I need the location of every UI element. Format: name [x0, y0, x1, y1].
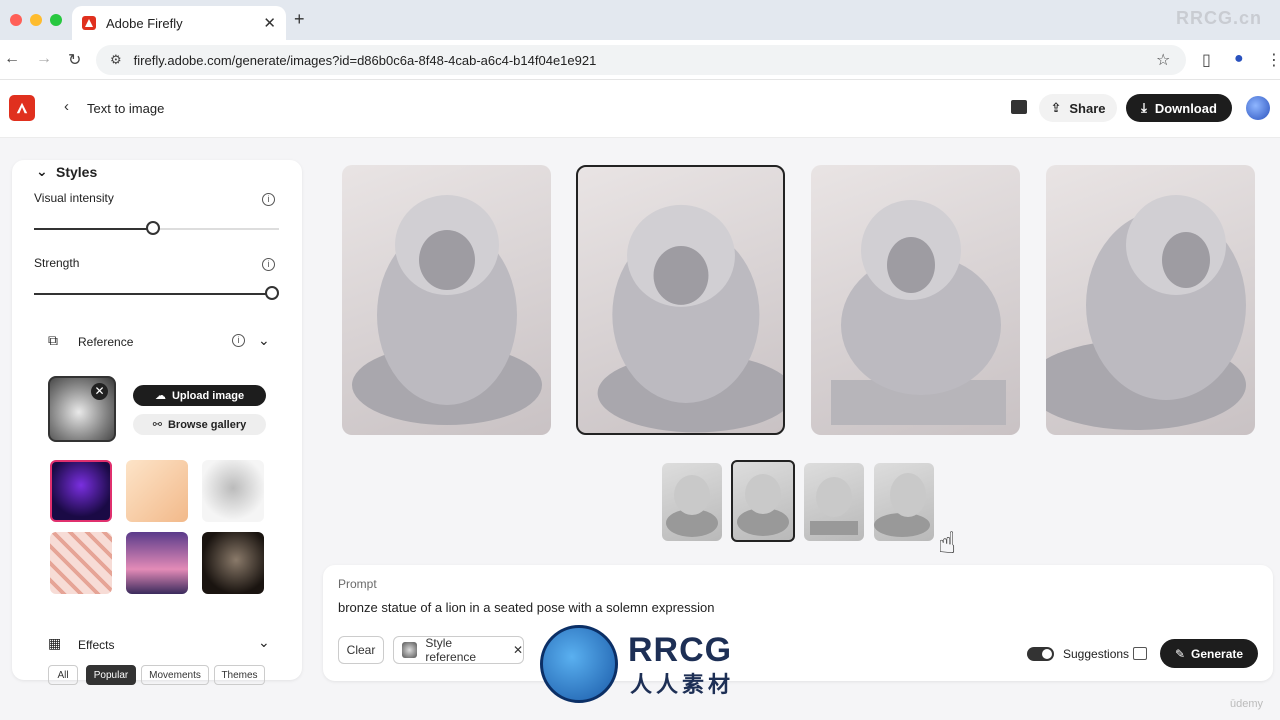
effects-icon: ▦: [48, 635, 62, 651]
suggestions-settings-icon[interactable]: [1133, 647, 1147, 660]
strength-fill: [34, 293, 272, 295]
bookmark-star-icon[interactable]: ☆: [1156, 50, 1170, 70]
feedback-icon[interactable]: [1011, 100, 1027, 114]
minimize-window-button[interactable]: [30, 14, 42, 26]
download-button[interactable]: ⤓ Download: [1126, 94, 1232, 122]
strength-info-icon[interactable]: i: [262, 258, 275, 271]
upload-label: Upload image: [171, 389, 245, 402]
clear-button[interactable]: Clear: [338, 636, 384, 664]
share-button[interactable]: ⇪ Share: [1039, 94, 1117, 122]
site-settings-icon[interactable]: ⚙: [110, 52, 122, 68]
strength-knob[interactable]: [265, 286, 279, 300]
chip-movements[interactable]: Movements: [141, 665, 209, 685]
rrcg-logo: RRCG 人人素材: [540, 625, 750, 705]
chip-popular[interactable]: Popular: [86, 665, 136, 685]
binoculars-icon: ⚯: [152, 419, 162, 431]
style-thumb-clouds[interactable]: [126, 532, 188, 594]
generate-button[interactable]: ✎ Generate: [1160, 639, 1258, 668]
remove-style-reference-icon[interactable]: ✕: [513, 643, 523, 657]
generated-image-4[interactable]: [1046, 165, 1255, 435]
profile-icon[interactable]: ●: [1234, 50, 1244, 68]
thumbnail-2[interactable]: [731, 460, 795, 542]
thumbnail-1[interactable]: [662, 463, 722, 541]
upload-cloud-icon: ☁: [154, 390, 166, 402]
watermark: RRCG.cn: [1175, 8, 1262, 28]
download-icon: ⤓: [1141, 100, 1147, 115]
remove-reference-icon[interactable]: ✕: [91, 383, 108, 400]
reference-label: Reference: [78, 335, 134, 349]
avatar[interactable]: [1246, 96, 1270, 120]
visual-intensity-info-icon[interactable]: i: [262, 193, 275, 206]
visual-intensity-fill: [34, 228, 153, 230]
browser-menu-icon[interactable]: ⋮: [1266, 50, 1280, 70]
chip-all[interactable]: All: [48, 665, 78, 685]
adobe-logo-icon[interactable]: [9, 95, 35, 121]
prompt-input[interactable]: bronze statue of a lion in a seated pose…: [338, 600, 715, 615]
back-chevron-icon[interactable]: ‹: [64, 98, 69, 115]
browser-tab[interactable]: Adobe Firefly ✕: [72, 6, 286, 40]
udemy-watermark: ūdemy: [1230, 698, 1264, 710]
reload-icon[interactable]: ↻: [68, 50, 81, 70]
style-reference-label: Style reference: [425, 636, 477, 664]
rrcg-emblem-icon: [540, 625, 618, 703]
style-reference-swatch: [402, 642, 418, 658]
suggestions-toggle[interactable]: [1027, 647, 1054, 661]
maximize-window-button[interactable]: [50, 14, 62, 26]
forward-arrow-icon[interactable]: →: [36, 50, 52, 68]
reference-info-icon[interactable]: i: [232, 334, 245, 347]
url-text: firefly.adobe.com/generate/images?id=d86…: [133, 52, 597, 68]
rrcg-logo-sub: 人人素材: [630, 672, 735, 697]
chip-themes[interactable]: Themes: [214, 665, 265, 685]
adobe-favicon-icon: [82, 16, 96, 30]
address-bar: ← → ↻ ⚙ firefly.adobe.com/generate/image…: [0, 40, 1280, 80]
download-label: Download: [1154, 100, 1217, 116]
tab-title: Adobe Firefly: [106, 15, 183, 31]
styles-title[interactable]: Styles: [56, 164, 97, 180]
visual-intensity-label: Visual intensity: [34, 191, 114, 205]
browse-label: Browse gallery: [167, 418, 247, 431]
url-field[interactable]: ⚙ firefly.adobe.com/generate/images?id=d…: [96, 45, 1186, 75]
style-thumb-sketch[interactable]: [202, 460, 264, 522]
visual-intensity-knob[interactable]: [146, 221, 160, 235]
generated-image-1[interactable]: [342, 165, 551, 435]
hand-cursor-icon: ☝: [938, 527, 957, 560]
back-arrow-icon[interactable]: ←: [4, 50, 20, 68]
suggestions-label: Suggestions: [1063, 647, 1130, 661]
thumbnail-4[interactable]: [874, 463, 934, 541]
rrcg-logo-text: RRCG: [628, 631, 733, 669]
thumbnail-3[interactable]: [804, 463, 864, 541]
reference-chevron-icon[interactable]: ⌄: [258, 332, 270, 349]
app-header: ‹ Text to image ⇪ Share ⤓ Download: [0, 80, 1280, 138]
style-reference-tag[interactable]: Style reference ✕: [393, 636, 524, 664]
upload-image-button[interactable]: ☁ Upload image: [133, 385, 266, 406]
share-icon: ⇪: [1050, 100, 1062, 115]
close-window-button[interactable]: [10, 14, 22, 26]
close-tab-icon[interactable]: ✕: [263, 14, 276, 32]
generate-icon: ✎: [1174, 646, 1186, 661]
sidepanel-icon[interactable]: ▯: [1202, 50, 1211, 70]
generated-image-2[interactable]: [576, 165, 785, 435]
effects-label: Effects: [78, 638, 115, 652]
generate-label: Generate: [1191, 646, 1244, 661]
style-thumb-pattern[interactable]: [50, 532, 112, 594]
style-thumb-3d-hand[interactable]: [126, 460, 188, 522]
styles-chevron-icon[interactable]: ⌄: [36, 163, 48, 180]
effects-chevron-icon[interactable]: ⌄: [258, 634, 270, 651]
new-tab-icon[interactable]: +: [294, 9, 305, 30]
page-title[interactable]: Text to image: [87, 101, 164, 116]
share-label: Share: [1069, 100, 1106, 116]
strength-label: Strength: [34, 256, 80, 270]
generated-image-3[interactable]: [811, 165, 1020, 435]
browser-tab-strip: Adobe Firefly ✕ + RRCG.cn: [0, 0, 1280, 40]
reference-icon: ⧉: [48, 332, 58, 348]
style-thumb-neon[interactable]: [50, 460, 112, 522]
style-thumb-portrait[interactable]: [202, 532, 264, 594]
browse-gallery-button[interactable]: ⚯ Browse gallery: [133, 414, 266, 435]
prompt-label: Prompt: [338, 577, 377, 591]
